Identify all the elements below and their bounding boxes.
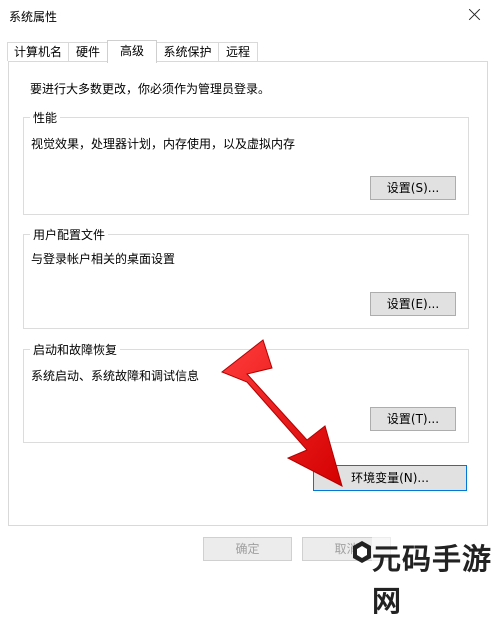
watermark-logo-icon: [353, 541, 371, 563]
system-properties-window: 系统属性 计算机名 硬件 高级 系统保护 远程 要进行大多数更改，你必须作为管理…: [0, 0, 500, 620]
red-arrow-icon: [221, 339, 343, 487]
watermark-text: 元码手游网: [372, 536, 500, 620]
tab-advanced[interactable]: 高级: [107, 40, 157, 63]
